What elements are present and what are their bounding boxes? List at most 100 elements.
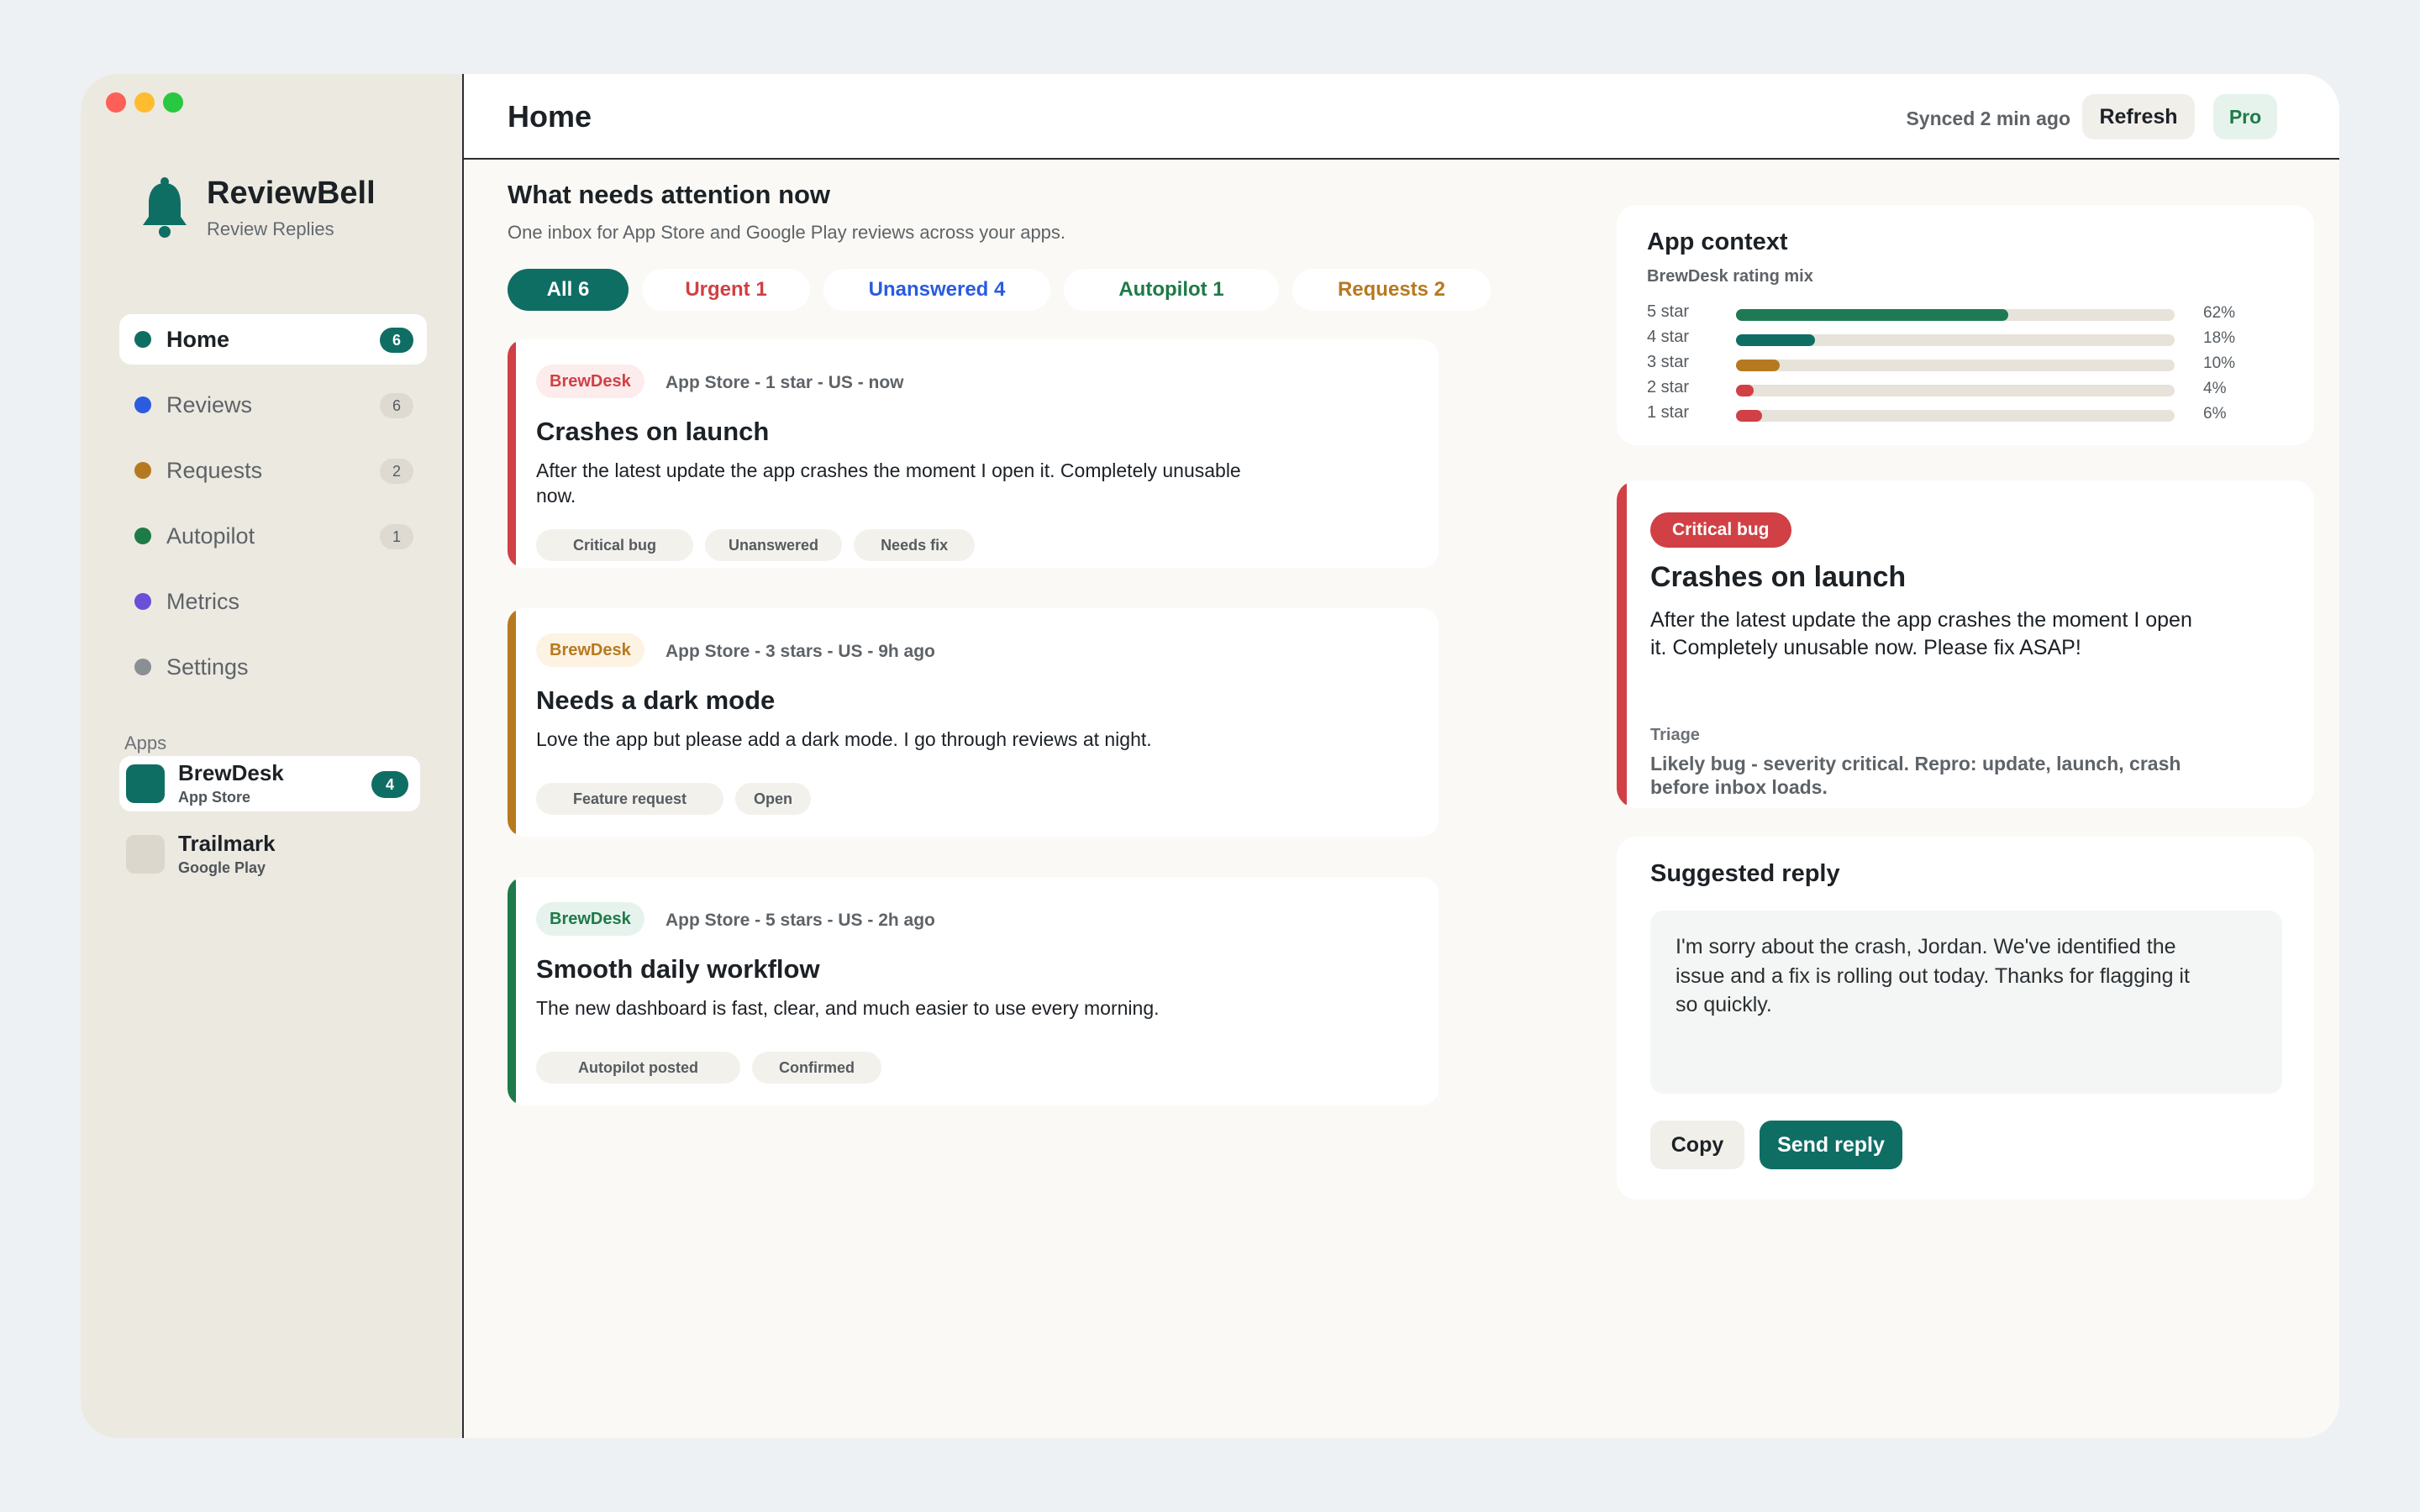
top-bar: Home Synced 2 min ago Refresh Pro: [464, 74, 2339, 160]
rating-fill: [1736, 309, 2008, 321]
app-store: Google Play: [178, 858, 266, 876]
review-tags: Critical bug Unanswered Needs fix: [536, 529, 976, 561]
rating-label: 1 star: [1647, 403, 1690, 422]
section-title: What needs attention now: [508, 180, 831, 209]
suggested-reply-panel: Suggested reply I'm sorry about the cras…: [1617, 837, 2314, 1200]
copy-button[interactable]: Copy: [1650, 1121, 1744, 1169]
filter-urgent[interactable]: Urgent 1: [642, 269, 810, 311]
sidebar-item-label: Reviews: [166, 391, 253, 417]
sync-status: Synced 2 min ago: [1906, 108, 2070, 129]
review-card[interactable]: BrewDesk App Store - 3 stars - US - 9h a…: [508, 608, 1439, 837]
filter-requests[interactable]: Requests 2: [1292, 269, 1491, 311]
metrics-dot-icon: [134, 593, 151, 610]
urgency-bar: [508, 877, 516, 1105]
urgency-bar: [508, 608, 516, 837]
sidebar-item-label: Home: [166, 326, 230, 352]
rating-track: [1736, 385, 2175, 396]
brand-name: ReviewBell: [207, 176, 376, 211]
rating-row: 3 star 10%: [1647, 351, 2286, 376]
sidebar-item-reviews[interactable]: Reviews 6: [119, 380, 427, 430]
sidebar: ReviewBell Review Replies Home 6 Reviews…: [81, 74, 464, 1438]
filter-unanswered[interactable]: Unanswered 4: [823, 269, 1050, 311]
page-title: Home: [508, 99, 592, 134]
app-tag: BrewDesk: [536, 633, 644, 667]
bell-icon: [139, 175, 190, 242]
tag: Needs fix: [854, 529, 976, 561]
review-card[interactable]: BrewDesk App Store - 5 stars - US - 2h a…: [508, 877, 1439, 1105]
urgency-bar: [508, 339, 516, 568]
rating-row: 4 star 18%: [1647, 326, 2286, 351]
app-icon: [126, 764, 165, 803]
tag: Open: [735, 783, 812, 815]
sidebar-item-count: 6: [380, 393, 413, 418]
filter-autopilot[interactable]: Autopilot 1: [1064, 269, 1279, 311]
rating-fill: [1736, 410, 1763, 422]
rating-label: 2 star: [1647, 378, 1690, 396]
window-controls: [106, 92, 183, 113]
triage-label: Triage: [1650, 726, 1700, 744]
triage-text: Likely bug - severity critical. Repro: u…: [1650, 753, 2181, 798]
severity-badge: Critical bug: [1650, 512, 1791, 548]
sidebar-item-label: Requests: [166, 457, 263, 483]
review-meta: App Store - 5 stars - US - 2h ago: [666, 911, 935, 930]
app-name: Trailmark: [178, 831, 276, 857]
reply-title: Suggested reply: [1650, 860, 1840, 887]
sidebar-item-count: 2: [380, 459, 413, 484]
sidebar-item-home[interactable]: Home 6: [119, 314, 427, 365]
review-card[interactable]: BrewDesk App Store - 1 star - US - now C…: [508, 339, 1439, 568]
sidebar-item-autopilot[interactable]: Autopilot 1: [119, 511, 427, 561]
rating-track: [1736, 334, 2175, 346]
review-body: Love the app but please add a dark mode.…: [536, 728, 1152, 750]
reply-text: I'm sorry about the crash, Jordan. We've…: [1676, 935, 2190, 1016]
rating-percent: 10%: [2203, 354, 2236, 372]
sidebar-item-metrics[interactable]: Metrics: [119, 576, 427, 627]
tag: Feature request: [536, 783, 724, 815]
sidebar-item-requests[interactable]: Requests 2: [119, 445, 427, 496]
close-window-button[interactable]: [106, 92, 126, 113]
home-dot-icon: [134, 331, 151, 348]
rating-track: [1736, 360, 2175, 371]
review-title: Needs a dark mode: [536, 685, 776, 715]
context-subtitle: BrewDesk rating mix: [1647, 267, 1813, 286]
rating-percent: 6%: [2203, 405, 2227, 423]
review-body: The new dashboard is fast, clear, and mu…: [536, 997, 1160, 1019]
rating-row: 2 star 4%: [1647, 376, 2286, 402]
tag: Critical bug: [536, 529, 694, 561]
minimize-window-button[interactable]: [134, 92, 155, 113]
apps-section-label: Apps: [124, 732, 167, 753]
review-title: Smooth daily workflow: [536, 954, 820, 984]
rating-row: 1 star 6%: [1647, 402, 2286, 427]
rating-row: 5 star 62%: [1647, 301, 2286, 326]
tag: Autopilot posted: [536, 1052, 740, 1084]
rating-percent: 18%: [2203, 329, 2236, 347]
send-reply-button[interactable]: Send reply: [1760, 1121, 1902, 1169]
rating-label: 5 star: [1647, 302, 1690, 321]
app-count-badge: 4: [371, 771, 408, 798]
app-name: BrewDesk: [178, 760, 284, 786]
sidebar-item-label: Settings: [166, 654, 249, 680]
rating-fill: [1736, 334, 1815, 346]
tag: Unanswered: [705, 529, 843, 561]
rating-percent: 4%: [2203, 380, 2227, 397]
rating-label: 3 star: [1647, 353, 1690, 371]
autopilot-dot-icon: [134, 528, 151, 544]
filter-all[interactable]: All 6: [508, 269, 629, 311]
refresh-button[interactable]: Refresh: [2082, 94, 2195, 139]
detail-body: After the latest update the app crashes …: [1650, 608, 2192, 659]
filter-chips: All 6 Urgent 1 Unanswered 4 Autopilot 1 …: [508, 269, 1491, 311]
review-detail-panel: Critical bug Crashes on launch After the…: [1617, 480, 2314, 808]
rating-fill: [1736, 385, 1754, 396]
app-item-trailmark[interactable]: Trailmark Google Play: [119, 827, 420, 882]
sidebar-item-settings[interactable]: Settings: [119, 642, 427, 692]
zoom-window-button[interactable]: [163, 92, 183, 113]
sidebar-item-count: 1: [380, 524, 413, 549]
rating-fill: [1736, 360, 1781, 371]
review-title: Crashes on launch: [536, 417, 770, 446]
sidebar-item-label: Autopilot: [166, 522, 255, 549]
review-meta: App Store - 1 star - US - now: [666, 373, 904, 392]
app-store: App Store: [178, 788, 251, 806]
app-window: ReviewBell Review Replies Home 6 Reviews…: [81, 74, 2339, 1438]
app-item-brewdesk[interactable]: BrewDesk App Store 4: [119, 756, 420, 811]
reply-textarea[interactable]: I'm sorry about the crash, Jordan. We've…: [1650, 911, 2282, 1094]
review-tags: Autopilot posted Confirmed: [536, 1052, 881, 1084]
